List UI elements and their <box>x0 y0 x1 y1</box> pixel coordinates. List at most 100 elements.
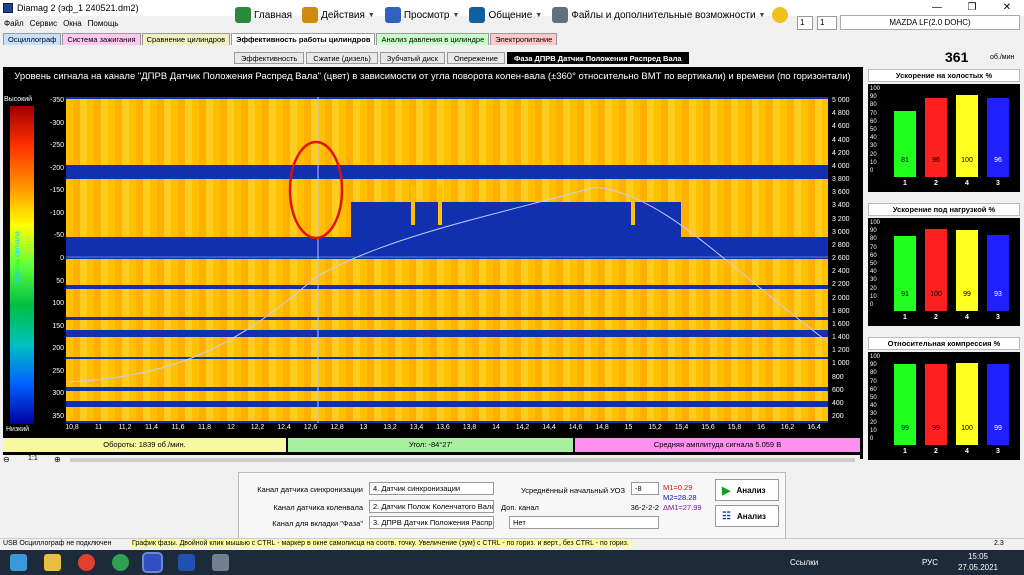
cylinder-bar <box>894 236 916 311</box>
y-tick-left: -50 <box>53 232 64 240</box>
zoom-in-icon[interactable]: ⊕ <box>54 455 61 464</box>
bar-y-tick: 100 <box>870 86 881 92</box>
tab-oscilloscope[interactable]: Осциллограф <box>3 33 62 45</box>
menu-help[interactable]: Помощь <box>88 19 119 28</box>
maximize-button[interactable]: ❐ <box>955 0 989 16</box>
bar-value: 99 <box>994 425 1002 432</box>
y-tick-right: 4 200 <box>832 149 850 157</box>
windows-start-icon[interactable] <box>10 554 27 571</box>
analyze-settings-button[interactable]: ☷ Анализ <box>715 505 779 527</box>
phase-heatmap[interactable] <box>66 97 828 423</box>
bar-y-tick: 60 <box>870 386 877 393</box>
app-icon-extra[interactable] <box>212 554 229 571</box>
smiley-icon[interactable] <box>772 7 789 23</box>
chrome-icon[interactable] <box>78 554 95 571</box>
files-button[interactable]: Файлы и дополнительные возможности ▼ <box>549 4 768 26</box>
car-model-field[interactable]: MAZDA LF(2.0 DOHC) <box>840 15 1020 30</box>
y-tick-right: 2 200 <box>832 281 850 289</box>
tab-cylinder-compare[interactable]: Сравнение цилиндров <box>141 33 231 45</box>
x-tick: 13,2 <box>383 424 397 431</box>
x-tick: 12,4 <box>277 424 291 431</box>
view-label: Просмотр <box>403 9 450 21</box>
cylinder-bar <box>925 98 947 177</box>
horizontal-scrollbar[interactable] <box>70 458 855 462</box>
x-tick: 11,4 <box>144 424 159 431</box>
x-tick: 12,2 <box>250 424 265 431</box>
tab-cylinder-efficiency[interactable]: Эффективность работы цилиндров <box>231 33 376 45</box>
x-tick: 16,2 <box>780 424 795 431</box>
bar-y-tick: 90 <box>870 362 877 369</box>
minimize-button[interactable]: — <box>920 0 954 16</box>
x-tick: 16 <box>757 424 765 431</box>
subtab-phase-camshaft[interactable]: Фаза ДПРВ Датчик Положения Распред Вала <box>506 52 689 64</box>
file-explorer-icon[interactable] <box>44 554 61 571</box>
bar-y-tick: 50 <box>870 127 877 133</box>
spinner-b[interactable]: 1 <box>817 16 837 30</box>
view-icon <box>384 7 401 23</box>
language-indicator[interactable]: РУС <box>922 558 938 567</box>
close-button[interactable]: ✕ <box>990 0 1024 16</box>
cylinder-label: 1 <box>903 448 907 455</box>
bar-value: 100 <box>961 157 973 164</box>
bar-y-tick: 30 <box>870 143 877 150</box>
chevron-down-icon: ▼ <box>367 11 375 19</box>
y-tick-left: 0 <box>60 255 64 262</box>
phase-channel-select[interactable]: 3. ДПРВ Датчик Положения Распр <box>369 516 494 529</box>
y-tick-left: -300 <box>49 119 64 127</box>
x-tick: 15,2 <box>648 424 662 431</box>
bar-y-tick: 40 <box>870 269 877 276</box>
tab-cylinder-pressure[interactable]: Анализ давления в цилиндре <box>376 33 490 45</box>
bar-value: 99 <box>901 425 909 432</box>
view-button[interactable]: Просмотр ▼ <box>382 4 463 26</box>
x-tick: 15,8 <box>727 424 742 431</box>
comm-button[interactable]: Общение ▼ <box>466 4 545 26</box>
bar-y-tick: 10 <box>870 427 877 434</box>
uoz-spinner[interactable]: -8 <box>631 482 659 495</box>
x-tick: 13,4 <box>409 424 424 431</box>
subtab-toothed-disk[interactable]: Зубчатый диск <box>379 52 445 64</box>
tab-ignition[interactable]: Система зажигания <box>62 33 141 45</box>
cylinder-bar <box>925 363 947 445</box>
y-tick-right: 2 800 <box>832 241 850 249</box>
links-label[interactable]: Ссылки <box>790 558 818 567</box>
load-accel-title: Ускорение под нагрузкой % <box>868 203 1020 216</box>
x-tick: 12,8 <box>330 424 344 431</box>
diamag-app-icon[interactable] <box>142 552 163 573</box>
subtab-efficiency[interactable]: Эффективность <box>234 52 305 64</box>
idle-accel-title: Ускорение на холостых % <box>868 69 1020 82</box>
y-tick-left: 150 <box>52 322 64 330</box>
hint-text: График фазы. Двойной клик мышью с CTRL -… <box>130 540 631 547</box>
cylinder-bar <box>894 363 916 445</box>
menu-service[interactable]: Сервис <box>30 19 57 28</box>
bar-y-tick: 0 <box>870 168 874 174</box>
home-button[interactable]: Главная <box>232 4 295 26</box>
subtab-compression-diesel[interactable]: Сжатие (дизель) <box>306 52 378 64</box>
word-icon[interactable] <box>178 554 195 571</box>
compression-chart: 100 90 80 70 60 50 40 30 20 10 0 99 1 99 2 100 4 99 3 <box>868 352 1020 460</box>
home-label: Главная <box>254 9 293 21</box>
files-icon <box>552 7 569 23</box>
dop-channel-select[interactable]: Нет <box>509 516 659 529</box>
phone-icon <box>469 7 486 23</box>
y-tick-right: 1 800 <box>832 307 850 315</box>
crank-channel-select[interactable]: 2. Датчик Полож Коленчатого Вала <box>369 500 494 513</box>
menu-windows[interactable]: Окна <box>63 19 82 28</box>
actions-button[interactable]: Действия ▼ <box>299 4 378 26</box>
y-tick-right: 1 200 <box>832 347 850 355</box>
y-tick-right: 3 200 <box>832 215 850 223</box>
actions-label: Действия <box>321 9 365 21</box>
files-label: Файлы и дополнительные возможности <box>571 9 756 21</box>
analyze-button[interactable]: ▶ Анализ <box>715 479 779 501</box>
spinner-a[interactable]: 1 <box>797 16 813 30</box>
y-tick-right: 5 000 <box>832 97 850 104</box>
y-tick-right: 3 400 <box>832 202 850 210</box>
subtab-advance[interactable]: Опережение <box>446 52 505 64</box>
zoom-out-icon[interactable]: ⊖ <box>3 455 10 464</box>
tab-power[interactable]: Электропитание <box>490 33 558 45</box>
bar-y-tick: 70 <box>870 378 877 385</box>
browser-icon[interactable] <box>112 554 129 571</box>
sync-channel-select[interactable]: 4. Датчик синхронизации <box>369 482 494 495</box>
bar-y-tick: 100 <box>870 220 881 226</box>
main-tabs: Осциллограф Система зажигания Сравнение … <box>3 33 558 45</box>
menu-file[interactable]: Файл <box>4 19 24 28</box>
